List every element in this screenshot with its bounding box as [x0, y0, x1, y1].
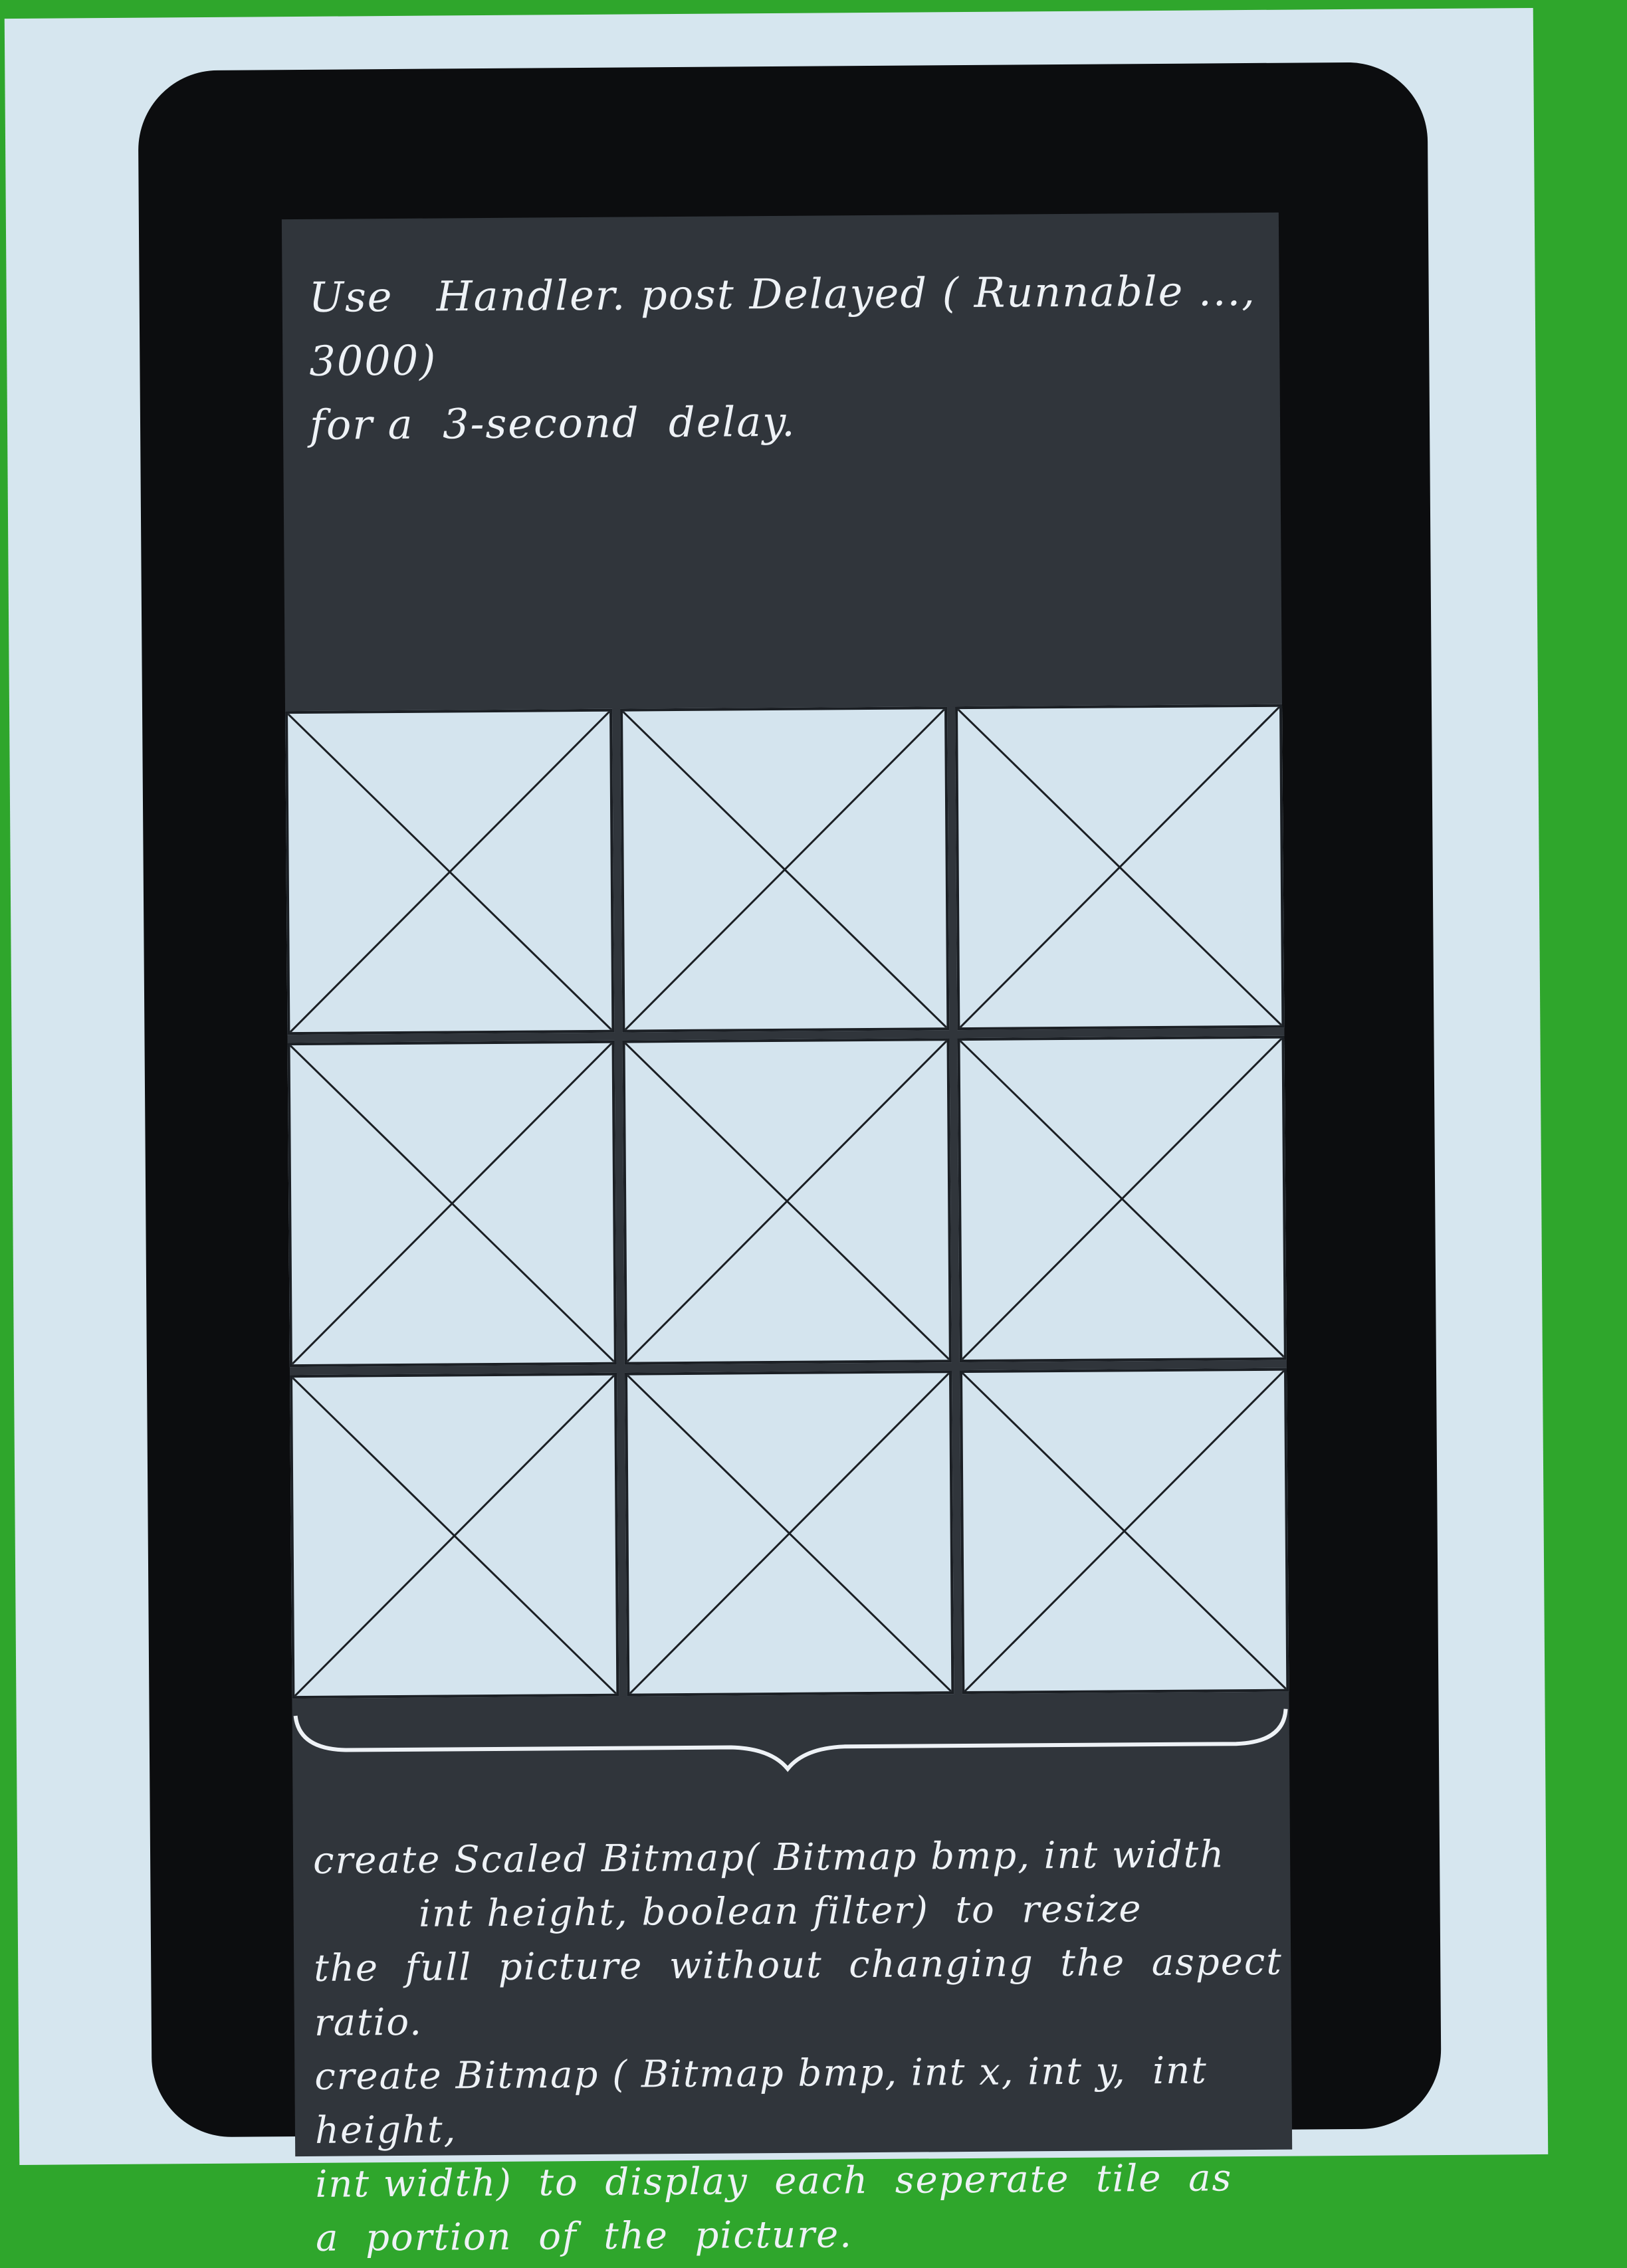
puzzle-tile[interactable]: [622, 1038, 952, 1365]
puzzle-tile[interactable]: [287, 1041, 617, 1367]
puzzle-tile[interactable]: [955, 704, 1285, 1031]
image-placeholder-x-icon: [623, 709, 946, 1030]
phone-screen: Use Handler. post Delayed ( Runnable ...…: [281, 212, 1293, 2260]
puzzle-tile[interactable]: [285, 708, 615, 1035]
top-annotation: Use Handler. post Delayed ( Runnable ...…: [308, 266, 1271, 450]
puzzle-tile[interactable]: [290, 1372, 619, 1699]
puzzle-tile[interactable]: [959, 1368, 1289, 1695]
curly-brace: [293, 1708, 1288, 1772]
image-placeholder-x-icon: [625, 1041, 949, 1362]
puzzle-tile[interactable]: [624, 1370, 954, 1697]
puzzle-tile[interactable]: [957, 1035, 1287, 1362]
bottom-annotation: create Scaled Bitmap( Bitmap bmp, int wi…: [312, 1833, 1283, 2261]
phone-frame: Use Handler. post Delayed ( Runnable ...…: [138, 62, 1442, 2260]
image-placeholder-x-icon: [292, 1375, 616, 1696]
image-placeholder-x-icon: [958, 707, 1281, 1028]
puzzle-tile[interactable]: [620, 706, 950, 1033]
image-placeholder-x-icon: [962, 1370, 1286, 1691]
image-placeholder-x-icon: [288, 712, 611, 1033]
paper-sheet: Use Handler. post Delayed ( Runnable ...…: [4, 8, 1549, 2260]
image-placeholder-x-icon: [960, 1039, 1284, 1360]
image-placeholder-x-icon: [290, 1043, 614, 1364]
image-placeholder-x-icon: [627, 1373, 951, 1694]
tile-grid: [285, 704, 1289, 1699]
